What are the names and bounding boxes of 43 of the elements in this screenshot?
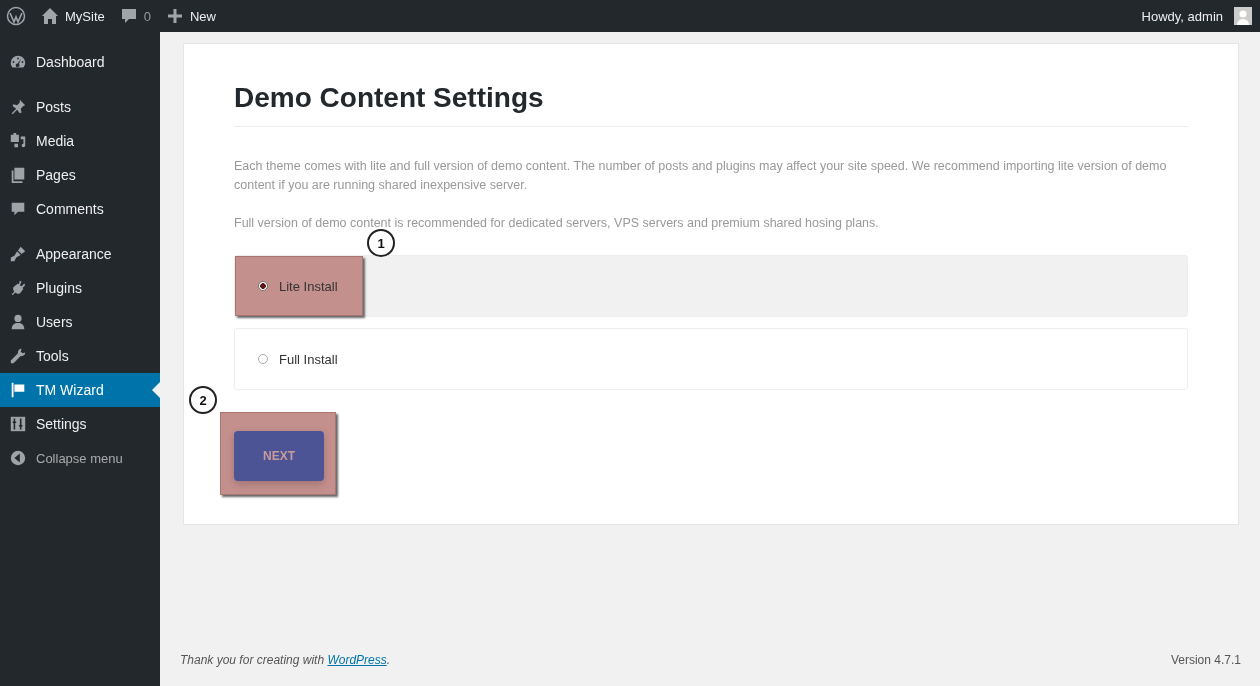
comment-icon <box>9 200 27 218</box>
collapse-menu-button[interactable]: Collapse menu <box>0 441 160 475</box>
brush-icon <box>9 245 27 263</box>
comments-link[interactable]: 0 <box>118 6 151 26</box>
page-title: Demo Content Settings <box>234 82 545 115</box>
sidebar-item[interactable]: TM Wizard <box>0 373 160 407</box>
media-icon <box>9 132 27 150</box>
description-text: Each theme comes with lite and full version of demo content. The number of posts and plugins may affect your site speed. We recommend importing lite version of demo content if you are running shared inexpensive server. <box>234 158 1168 194</box>
flag-icon <box>9 381 27 399</box>
plug-icon <box>9 279 27 297</box>
radio-option[interactable]: Full Install <box>234 328 1188 390</box>
avatar-icon <box>1234 7 1252 25</box>
footer-thanks-text: Thank you for creating with WordPress. <box>180 653 391 667</box>
wordpress-logo-icon <box>6 6 26 26</box>
sidebar-item[interactable]: Appearance <box>0 237 160 271</box>
description-text: Full version of demo content is recommended for dedicated servers, VPS servers and premium shared hosing plans. <box>234 215 880 232</box>
sidebar-item[interactable]: Posts <box>0 90 160 124</box>
new-link[interactable]: New <box>164 6 216 26</box>
sidebar-item[interactable]: Settings <box>0 407 160 441</box>
sidebar-item[interactable]: Plugins <box>0 271 160 305</box>
radio-button[interactable] <box>258 354 268 364</box>
callout-number: 1 <box>367 229 395 257</box>
version-text: Version 4.7.1 <box>1170 653 1241 667</box>
pages-icon <box>9 166 27 184</box>
callout-number: 2 <box>189 386 217 414</box>
sidebar-item[interactable]: Comments <box>0 192 160 226</box>
wordpress-link[interactable]: WordPress <box>327 653 387 667</box>
sliders-icon <box>9 415 27 433</box>
radio-button-selected[interactable] <box>258 281 268 291</box>
radio-option[interactable]: Lite Install <box>234 255 1188 317</box>
site-name-link[interactable]: MySite <box>40 6 105 26</box>
account-link[interactable]: Howdy, admin <box>1141 7 1252 25</box>
pin-icon <box>9 98 27 116</box>
sidebar-item[interactable]: Pages <box>0 158 160 192</box>
sidebar-item[interactable]: Tools <box>0 339 160 373</box>
sidebar-item[interactable]: Media <box>0 124 160 158</box>
wordpress-logo-link[interactable] <box>6 6 26 26</box>
collapse-icon <box>9 449 27 467</box>
user-icon <box>9 313 27 331</box>
sidebar-item[interactable]: Dashboard <box>0 45 160 79</box>
wrench-icon <box>9 347 27 365</box>
home-icon <box>40 6 60 26</box>
sidebar-item[interactable]: Users <box>0 305 160 339</box>
